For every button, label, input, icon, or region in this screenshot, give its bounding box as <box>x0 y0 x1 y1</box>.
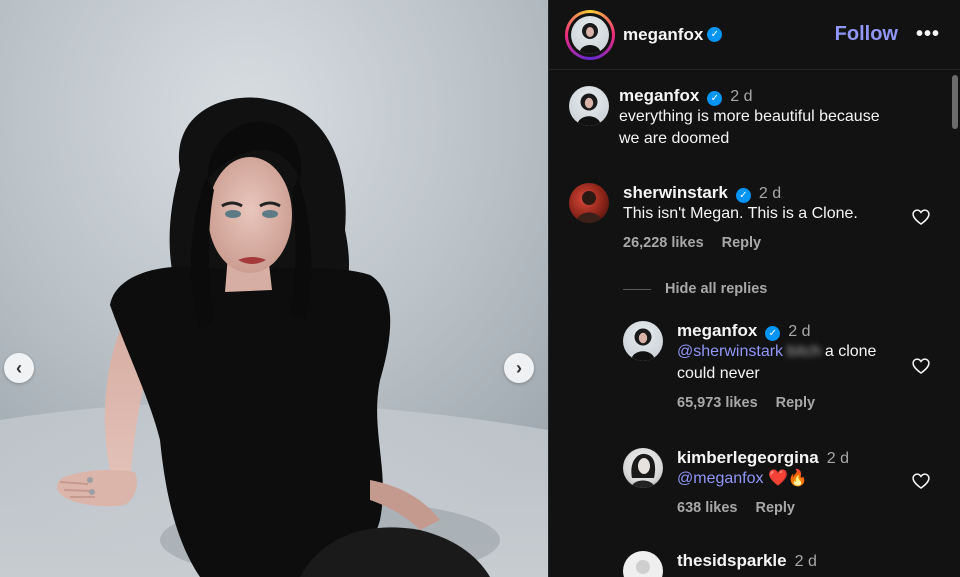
avatar[interactable] <box>569 86 609 126</box>
reply-button[interactable]: Reply <box>776 395 816 411</box>
caption-text-line1: everything is more beautiful because <box>619 108 880 125</box>
reply-item: meganfox ✓ 2 d @sherwinstark bitch a clone… <box>623 321 876 411</box>
comments-scroll-area[interactable]: meganfox ✓ 2 d everything is more beauti… <box>549 71 960 577</box>
avatar[interactable] <box>623 448 663 488</box>
comment-time[interactable]: 2 d <box>759 185 781 203</box>
caption-username[interactable]: meganfox <box>619 86 699 106</box>
caption-text-line2: we are doomed <box>619 130 730 147</box>
story-ring[interactable] <box>565 9 615 60</box>
previous-image-button[interactable]: ‹ <box>4 353 34 383</box>
reply-item: thesidsparkle 2 d <box>623 551 817 577</box>
hide-replies-label: Hide all replies <box>665 281 768 297</box>
header-username[interactable]: meganfox <box>623 25 703 45</box>
reply-text: @sherwinstark bitch a clone <box>677 341 876 363</box>
reply-item: kimberlegeorgina 2 d @meganfox ❤️🔥 638 l… <box>623 448 849 516</box>
comment-item: sherwinstark ✓ 2 d This isn't Megan. Thi… <box>569 183 858 251</box>
verified-badge-icon: ✓ <box>735 188 751 203</box>
heart-outline-icon[interactable] <box>911 356 931 376</box>
chevron-right-icon: › <box>516 357 522 378</box>
reply-button[interactable]: Reply <box>722 235 762 251</box>
reply-likes[interactable]: 65,973 likes <box>677 395 758 411</box>
reply-username[interactable]: kimberlegeorgina <box>677 448 819 468</box>
hide-replies-button[interactable]: Hide all replies <box>623 281 767 297</box>
avatar[interactable] <box>569 183 609 223</box>
chevron-left-icon: ‹ <box>16 357 22 378</box>
comment-text: This isn't Megan. This is a Clone. <box>623 205 858 222</box>
reply-username[interactable]: thesidsparkle <box>677 551 787 571</box>
comment-username[interactable]: sherwinstark <box>623 183 728 203</box>
scrollbar[interactable] <box>952 75 958 129</box>
comment-likes[interactable]: 26,228 likes <box>623 235 704 251</box>
reply-time[interactable]: 2 d <box>788 323 810 341</box>
post-caption: meganfox ✓ 2 d everything is more beauti… <box>569 86 880 150</box>
follow-button[interactable]: Follow <box>835 23 898 46</box>
emoji-heart-fire: ❤️🔥 <box>767 470 808 487</box>
avatar[interactable] <box>623 321 663 361</box>
divider-line <box>623 288 651 290</box>
reply-text: @meganfox ❤️🔥 <box>677 468 849 490</box>
avatar <box>571 15 609 54</box>
heart-outline-icon[interactable] <box>911 471 931 491</box>
verified-badge-icon: ✓ <box>707 91 723 106</box>
blurred-word: bitch <box>787 343 821 360</box>
post-media: ‹ › <box>0 0 548 577</box>
reply-username[interactable]: meganfox <box>677 321 757 341</box>
reply-button[interactable]: Reply <box>755 500 795 516</box>
reply-text-after: a clone <box>824 343 877 360</box>
more-options-icon[interactable]: ••• <box>916 23 940 46</box>
next-image-button[interactable]: › <box>504 353 534 383</box>
mention-link[interactable]: @sherwinstark <box>677 343 783 360</box>
mention-link[interactable]: @meganfox <box>677 470 764 487</box>
comments-panel: meganfox ✓ Follow ••• meganfox ✓ 2 d eve… <box>548 0 960 577</box>
caption-time[interactable]: 2 d <box>730 88 752 106</box>
avatar[interactable] <box>623 551 663 577</box>
verified-badge-icon: ✓ <box>765 326 781 341</box>
reply-time[interactable]: 2 d <box>827 450 849 468</box>
verified-badge-icon: ✓ <box>707 27 723 42</box>
instagram-post-view: ‹ › meganfox ✓ Follow ••• meganfox ✓ 2 d… <box>0 0 960 577</box>
reply-text-line2: could never <box>677 365 760 382</box>
post-header: meganfox ✓ Follow ••• <box>549 0 960 70</box>
reply-time[interactable]: 2 d <box>795 553 817 571</box>
post-photo <box>0 0 548 577</box>
heart-outline-icon[interactable] <box>911 207 931 227</box>
reply-likes[interactable]: 638 likes <box>677 500 737 516</box>
